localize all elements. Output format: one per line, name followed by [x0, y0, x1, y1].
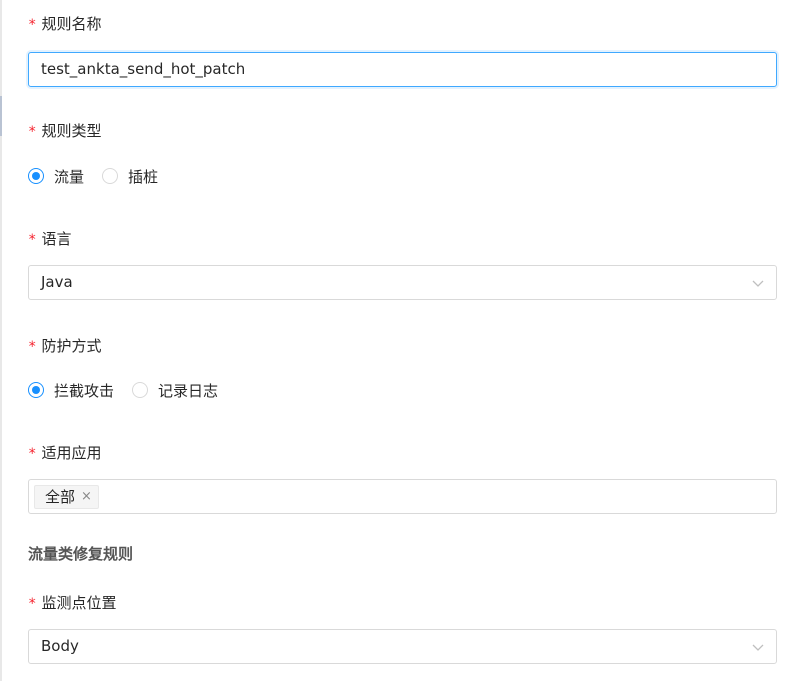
radio-option-log-only-label: 记录日志: [158, 381, 219, 400]
rule-type-label-text: 规则类型: [41, 122, 102, 140]
language-label: * 语言: [28, 229, 71, 250]
required-mark: *: [28, 596, 37, 612]
radio-checked-icon[interactable]: [28, 168, 44, 184]
radio-unchecked-icon[interactable]: [102, 168, 119, 184]
required-mark: *: [28, 446, 37, 462]
radio-option-block-attack[interactable]: 拦截攻击: [28, 380, 114, 401]
applicable-apps-label-text: 适用应用: [41, 444, 102, 462]
rule-type-label: * 规则类型: [28, 121, 101, 142]
required-mark: *: [28, 124, 37, 140]
rule-form-page: * 规则名称 test_ankta_send_hot_patch * 规则类型 流量…: [0, 0, 800, 681]
protection-mode-radio-group: 拦截攻击 记录日志: [28, 380, 236, 400]
left-panel-edge-marker: [0, 96, 2, 136]
radio-unchecked-icon[interactable]: [132, 382, 149, 398]
radio-checked-icon[interactable]: [28, 382, 44, 398]
monitor-position-label: * 监测点位置: [28, 593, 116, 614]
radio-option-traffic-label: 流量: [54, 167, 85, 186]
rule-name-value: test_ankta_send_hot_patch: [41, 60, 246, 78]
radio-option-instrumentation-label: 插桩: [128, 167, 159, 186]
chevron-down-icon: [752, 644, 764, 651]
applicable-apps-multi-select[interactable]: 全部 ×: [28, 479, 777, 514]
rule-name-label: * 规则名称: [28, 14, 101, 35]
monitor-position-label-text: 监测点位置: [41, 594, 117, 612]
protection-mode-label: * 防护方式: [28, 336, 101, 357]
language-select[interactable]: Java: [28, 265, 777, 300]
monitor-position-select-value: Body: [41, 637, 79, 655]
radio-option-block-attack-label: 拦截攻击: [54, 381, 115, 400]
traffic-rule-section-title: 流量类修复规则: [28, 545, 134, 563]
radio-option-log-only[interactable]: 记录日志: [132, 380, 218, 401]
radio-option-traffic[interactable]: 流量: [28, 166, 84, 187]
language-label-text: 语言: [41, 230, 72, 248]
radio-option-instrumentation[interactable]: 插桩: [102, 166, 158, 187]
applicable-apps-label: * 适用应用: [28, 443, 101, 464]
language-select-value: Java: [41, 273, 73, 291]
rule-type-radio-group: 流量 插桩: [28, 166, 176, 186]
chevron-down-icon: [752, 280, 764, 287]
required-mark: *: [28, 232, 37, 248]
rule-name-label-text: 规则名称: [41, 15, 102, 33]
protection-mode-label-text: 防护方式: [41, 337, 102, 355]
app-tag-all-label: 全部: [45, 487, 76, 506]
close-icon[interactable]: ×: [81, 486, 92, 508]
rule-name-input[interactable]: test_ankta_send_hot_patch: [28, 52, 777, 87]
required-mark: *: [28, 17, 37, 33]
required-mark: *: [28, 339, 37, 355]
monitor-position-select[interactable]: Body: [28, 629, 777, 664]
app-tag-all: 全部 ×: [34, 484, 99, 509]
